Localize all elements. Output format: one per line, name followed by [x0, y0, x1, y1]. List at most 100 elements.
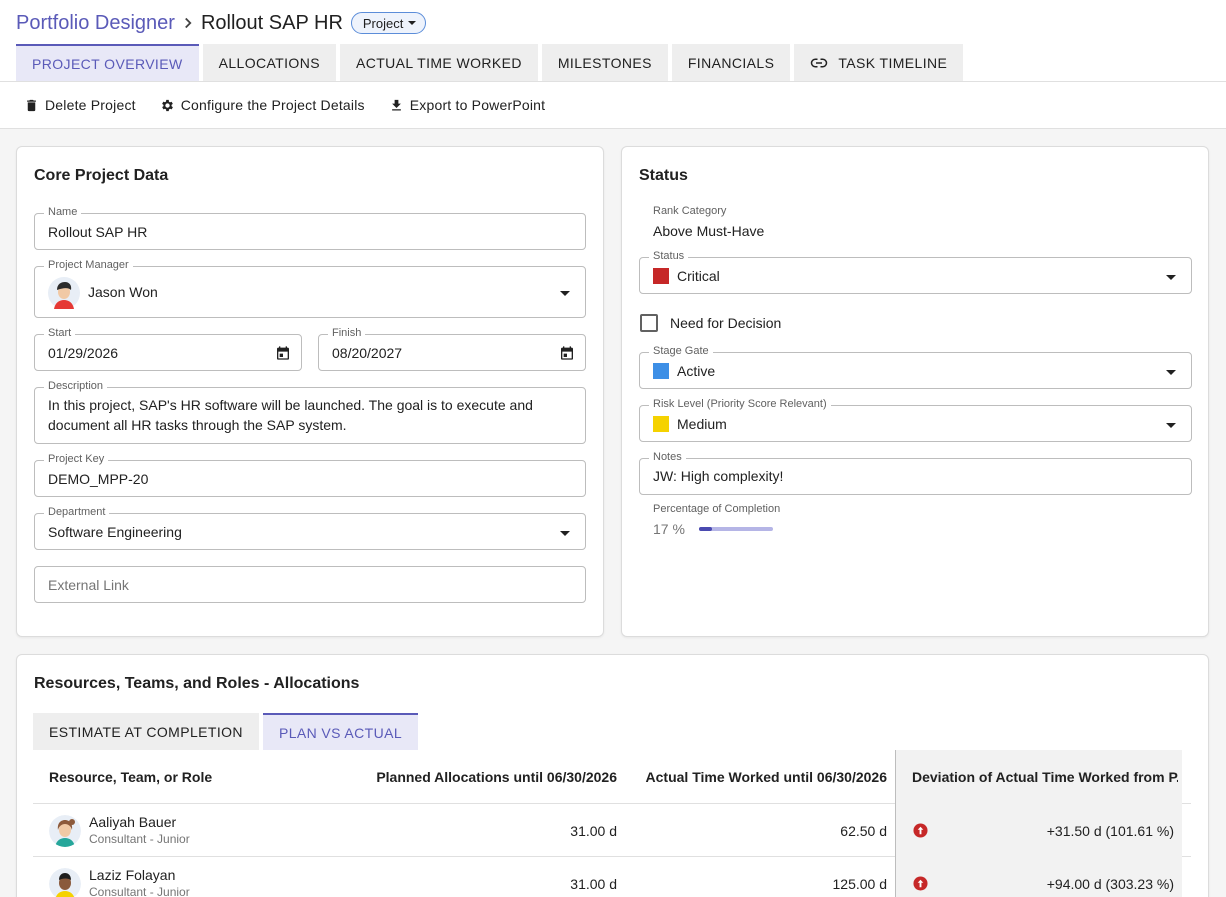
column-header-resource[interactable]: Resource, Team, or Role: [49, 750, 349, 804]
caret-down-icon: [560, 291, 570, 296]
planned-cell: 31.00 d: [570, 875, 617, 892]
department-value: Software Engineering: [48, 524, 182, 540]
tab-estimate-at-completion[interactable]: ESTIMATE AT COMPLETION: [33, 713, 259, 750]
table-header: Resource, Team, or Role Planned Allocati…: [33, 750, 1191, 804]
avatar: [49, 815, 81, 847]
resource-role: Consultant - Junior: [89, 885, 190, 897]
arrow-up-circle-icon: [913, 823, 928, 838]
avatar: [49, 868, 81, 897]
status-value: Critical: [677, 268, 720, 284]
tab-label: PLAN VS ACTUAL: [278, 724, 403, 741]
status-color-swatch: [653, 268, 669, 284]
department-select[interactable]: Department Software Engineering: [34, 506, 586, 550]
start-label: Start: [44, 327, 76, 339]
arrow-up-circle-icon: [913, 876, 928, 891]
project-type-label: Project: [362, 15, 404, 31]
risk-level-select[interactable]: Risk Level (Priority Score Relevant) Med…: [639, 398, 1192, 442]
stage-gate-select[interactable]: Stage Gate Active: [639, 345, 1192, 389]
chevron-right-icon: [185, 17, 192, 29]
main-tabs: PROJECT OVERVIEW ALLOCATIONS ACTUAL TIME…: [16, 44, 964, 81]
tab-actual-time-worked[interactable]: ACTUAL TIME WORKED: [339, 44, 538, 81]
external-link-input[interactable]: External Link: [34, 566, 586, 603]
resource-name: Laziz Folayan: [89, 867, 176, 883]
resource-name: Aaliyah Bauer: [89, 814, 177, 830]
status-select[interactable]: Status Critical: [639, 250, 1192, 294]
tab-allocations[interactable]: ALLOCATIONS: [202, 44, 336, 81]
table-row[interactable]: Laziz Folayan Consultant - Junior 31.00 …: [33, 857, 1191, 897]
calendar-icon[interactable]: [275, 345, 291, 361]
configure-project-button[interactable]: Configure the Project Details: [160, 95, 365, 115]
trash-icon: [27, 99, 36, 111]
start-value: 01/29/2026: [48, 345, 119, 361]
calendar-icon[interactable]: [559, 345, 575, 361]
project-key-label: Project Key: [44, 453, 109, 465]
column-header-planned[interactable]: Planned Allocations until 06/30/2026: [351, 750, 617, 804]
need-for-decision-checkbox[interactable]: [640, 314, 658, 332]
caret-down-icon: [408, 21, 417, 25]
description-label: Description: [44, 380, 108, 392]
status-title: Status: [639, 167, 688, 184]
project-key-value: DEMO_MPP-20: [48, 471, 149, 487]
actual-cell: 62.50 d: [840, 822, 887, 839]
rank-category-label: Rank Category: [653, 205, 727, 217]
tab-label: ACTUAL TIME WORKED: [355, 54, 522, 71]
rank-category-value: Above Must-Have: [653, 223, 765, 239]
column-header-actual[interactable]: Actual Time Worked until 06/30/2026: [633, 750, 887, 804]
core-project-title: Core Project Data: [34, 167, 169, 184]
tab-task-timeline[interactable]: TASK TIMELINE: [794, 44, 964, 81]
tab-label: MILESTONES: [557, 54, 652, 71]
project-manager-value: Jason Won: [88, 284, 158, 300]
name-value: Rollout SAP HR: [48, 224, 148, 240]
description-line-2: document all HR tasks through the SAP sy…: [48, 417, 347, 433]
finish-label: Finish: [328, 327, 366, 339]
notes-field[interactable]: Notes JW: High complexity!: [639, 451, 1192, 495]
delete-project-button[interactable]: Delete Project: [24, 95, 136, 115]
external-link-placeholder: External Link: [48, 577, 129, 593]
tab-divider: [0, 81, 1226, 82]
caret-down-icon: [1166, 275, 1176, 280]
tab-label: FINANCIALS: [687, 54, 775, 71]
stage-gate-color-swatch: [653, 363, 669, 379]
project-type-chip[interactable]: Project: [350, 12, 427, 34]
tab-project-overview[interactable]: PROJECT OVERVIEW: [16, 44, 199, 81]
risk-level-value: Medium: [677, 416, 727, 432]
action-toolbar: Delete Project Configure the Project Det…: [24, 95, 545, 115]
project-key-field[interactable]: Project Key DEMO_MPP-20: [34, 453, 586, 497]
breadcrumb-app-link[interactable]: Portfolio Designer: [16, 12, 175, 35]
project-manager-select[interactable]: Project Manager Jason Won: [34, 259, 586, 318]
completion-value: 17 %: [653, 521, 685, 537]
delete-project-label: Delete Project: [45, 97, 136, 113]
planned-cell: 31.00 d: [570, 822, 617, 839]
start-date-field[interactable]: Start 01/29/2026: [34, 327, 302, 371]
export-powerpoint-button[interactable]: Export to PowerPoint: [389, 95, 546, 115]
tab-label: ESTIMATE AT COMPLETION: [49, 723, 243, 740]
avatar: [48, 277, 80, 309]
deviation-cell: +94.00 d (303.23 %): [1046, 875, 1174, 892]
breadcrumb: Portfolio Designer Rollout SAP HR Projec…: [16, 10, 427, 36]
finish-date-field[interactable]: Finish 08/20/2027: [318, 327, 586, 371]
table-row[interactable]: Aaliyah Bauer Consultant - Junior 31.00 …: [33, 804, 1191, 857]
stage-gate-label: Stage Gate: [649, 345, 713, 357]
tab-financials[interactable]: FINANCIALS: [671, 44, 791, 81]
need-for-decision-label: Need for Decision: [670, 315, 782, 331]
notes-value: JW: High complexity!: [653, 468, 784, 484]
completion-label: Percentage of Completion: [653, 503, 781, 515]
description-field[interactable]: Description In this project, SAP's HR so…: [34, 380, 586, 444]
department-label: Department: [44, 506, 110, 518]
actual-cell: 125.00 d: [832, 875, 888, 892]
name-field[interactable]: Name Rollout SAP HR: [34, 206, 586, 250]
tab-plan-vs-actual[interactable]: PLAN VS ACTUAL: [262, 713, 419, 750]
caret-down-icon: [1166, 370, 1176, 375]
tab-label: TASK TIMELINE: [838, 54, 948, 71]
column-header-deviation[interactable]: Deviation of Actual Time Worked from P..…: [912, 750, 1178, 804]
name-label: Name: [44, 206, 82, 218]
allocations-subtabs: ESTIMATE AT COMPLETION PLAN VS ACTUAL: [33, 713, 419, 750]
deviation-cell: +31.50 d (101.61 %): [1046, 822, 1174, 839]
resource-role: Consultant - Junior: [89, 832, 190, 846]
core-project-card: Core Project Data Name Rollout SAP HR Pr…: [16, 146, 604, 637]
finish-value: 08/20/2027: [332, 345, 403, 361]
configure-project-label: Configure the Project Details: [180, 97, 365, 113]
risk-level-color-swatch: [653, 416, 669, 432]
tab-milestones[interactable]: MILESTONES: [541, 44, 668, 81]
tab-label: ALLOCATIONS: [218, 54, 320, 71]
